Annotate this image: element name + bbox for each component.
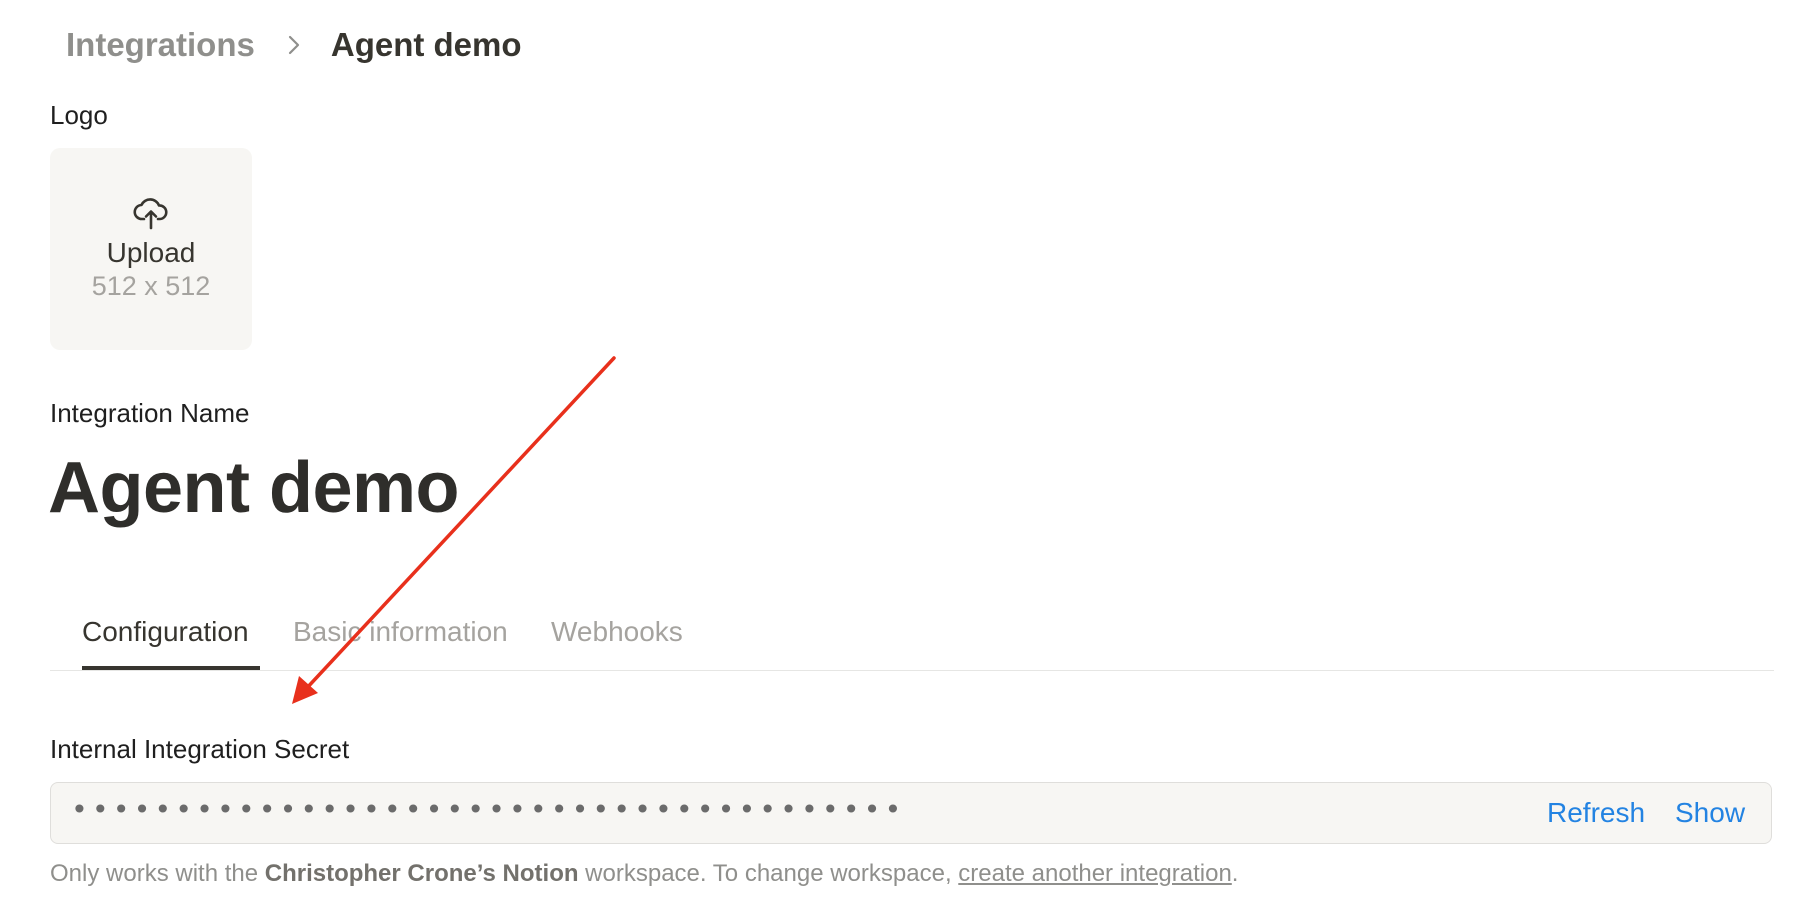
tab-bar: Configuration Basic information Webhooks [50, 608, 1774, 671]
secret-field: ••••••••••••••••••••••••••••••••••••••••… [50, 782, 1772, 844]
integration-name-title[interactable]: Agent demo [48, 446, 460, 530]
integration-name-label: Integration Name [50, 398, 250, 428]
chevron-right-icon [287, 34, 301, 56]
workspace-note-prefix: Only works with the [50, 860, 265, 887]
upload-size-hint: 512 x 512 [91, 270, 211, 301]
active-tab-indicator [82, 666, 260, 670]
cloud-upload-icon [133, 196, 169, 235]
logo-upload-button[interactable]: Upload 512 x 512 [50, 148, 252, 350]
show-secret-button[interactable]: Show [1675, 797, 1745, 829]
workspace-note-middle: workspace. To change workspace, [578, 860, 959, 887]
breadcrumb-current: Agent demo [330, 26, 522, 63]
breadcrumb: Integrations Agent demo [66, 22, 522, 68]
create-integration-link[interactable]: create another integration [958, 860, 1232, 887]
breadcrumb-integrations-link[interactable]: Integrations [66, 26, 255, 64]
workspace-note-suffix: . [1231, 860, 1239, 887]
upload-label: Upload [106, 236, 196, 268]
secret-label: Internal Integration Secret [50, 734, 350, 764]
tab-webhooks[interactable]: Webhooks [551, 616, 683, 648]
workspace-note: Only works with the Christopher Crone’s … [50, 860, 1238, 888]
logo-label: Logo [50, 100, 108, 130]
tab-configuration[interactable]: Configuration [82, 616, 249, 648]
tab-basic-information[interactable]: Basic information [293, 616, 508, 648]
secret-masked-value: •••••••••••••••••••••••••••••••••••••••• [71, 793, 906, 826]
refresh-secret-button[interactable]: Refresh [1547, 797, 1645, 829]
workspace-name: Christopher Crone’s Notion [264, 860, 579, 887]
